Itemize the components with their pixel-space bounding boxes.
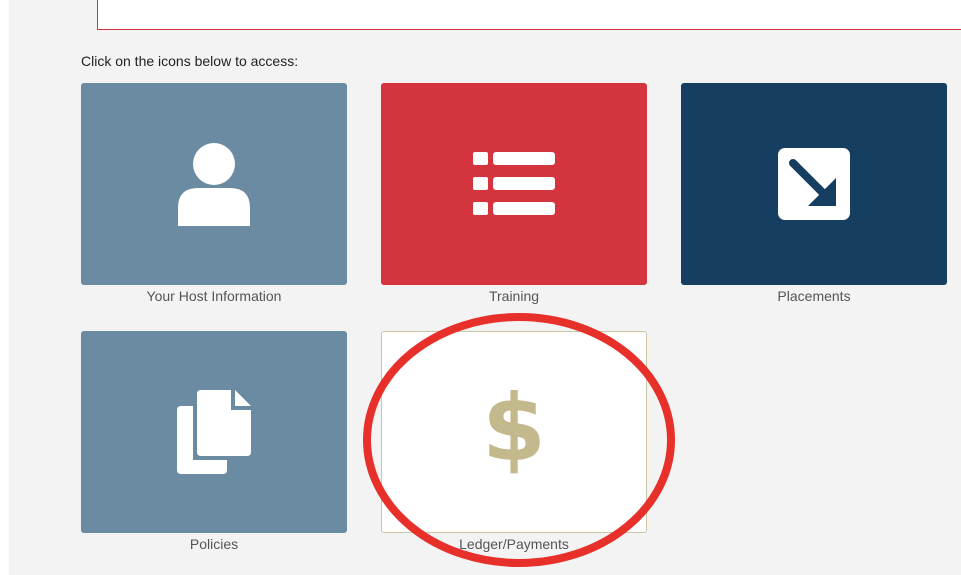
tile-policies[interactable]	[81, 331, 347, 533]
copy-documents-icon	[177, 390, 251, 474]
tile-ledger-payments[interactable]: $	[381, 331, 647, 533]
user-icon	[176, 142, 252, 226]
tile-training[interactable]	[381, 83, 647, 285]
top-input-box[interactable]	[97, 0, 961, 30]
tile-label: Your Host Information	[146, 288, 282, 304]
list-icon	[473, 151, 555, 217]
tile-placements[interactable]	[681, 83, 947, 285]
tile-label: Placements	[777, 288, 851, 304]
tile-label: Ledger/Payments	[459, 536, 569, 552]
tile-your-host-information[interactable]	[81, 83, 347, 285]
tile-label: Training	[488, 288, 540, 304]
dollar-icon: $	[481, 375, 546, 482]
instructions-text: Click on the icons below to access:	[81, 53, 299, 69]
tile-label: Policies	[189, 536, 239, 552]
arrow-down-right-icon	[778, 148, 850, 220]
